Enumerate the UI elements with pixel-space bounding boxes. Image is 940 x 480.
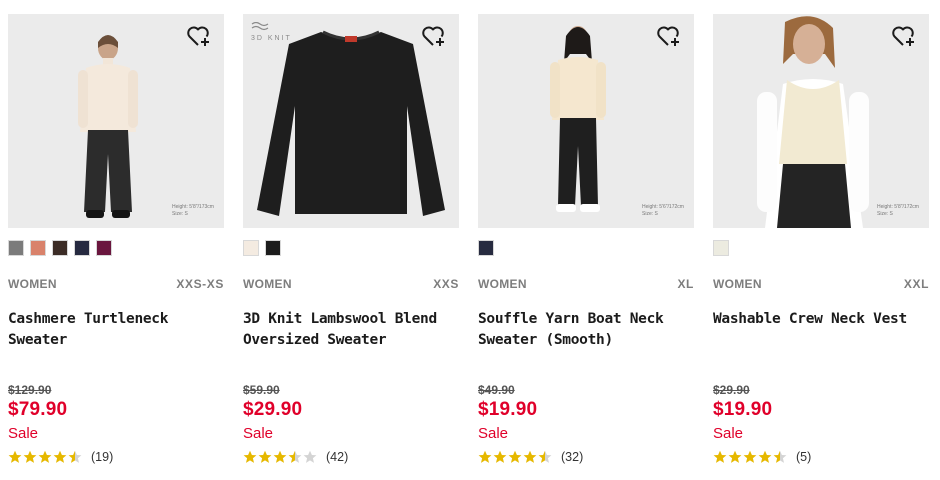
product-image[interactable]: Height: 5'8"/172cm Size: S [713, 14, 929, 228]
color-swatch[interactable] [96, 240, 112, 256]
size-range: XXS-XS [176, 277, 224, 291]
rating: (5) [713, 449, 929, 465]
star-icon [508, 450, 522, 463]
star-icon [538, 450, 552, 463]
rating: (19) [8, 449, 224, 465]
color-swatches [243, 240, 459, 256]
product-card[interactable]: Height: 5'8"/173cm Size: S WOMEN XXS-XS … [8, 14, 224, 465]
product-name[interactable]: Washable Crew Neck Vest [713, 309, 929, 363]
review-count: (5) [796, 450, 812, 464]
model-info: Height: 5'6"/172cm Size: S [642, 204, 684, 217]
sale-label: Sale [713, 425, 744, 442]
rating: (32) [478, 449, 694, 465]
heart-plus-icon [657, 26, 679, 46]
product-image[interactable]: 3D KNIT [243, 14, 459, 228]
star-icon [8, 450, 22, 463]
color-swatches [713, 240, 929, 256]
product-card[interactable]: Height: 5'8"/172cm Size: S WOMEN XXL Was… [713, 14, 929, 465]
product-card[interactable]: Height: 5'6"/172cm Size: S WOMEN XL Souf… [478, 14, 694, 465]
heart-plus-icon [422, 26, 444, 46]
star-icon [523, 450, 537, 463]
product-name[interactable]: Souffle Yarn Boat Neck Sweater (Smooth) [478, 309, 694, 363]
review-count: (19) [91, 450, 114, 464]
star-icon [493, 450, 507, 463]
add-to-wishlist-button[interactable] [421, 24, 447, 48]
star-rating [713, 450, 787, 464]
star-icon [773, 450, 787, 463]
color-swatch[interactable] [74, 240, 90, 256]
sale-label: Sale [243, 425, 274, 442]
gender-label: WOMEN [243, 277, 292, 291]
size-range: XL [677, 277, 694, 291]
product-card[interactable]: 3D KNIT WOMEN XXS 3D Knit Lambswool Blen… [243, 14, 459, 465]
star-icon [243, 450, 257, 463]
color-swatch[interactable] [8, 240, 24, 256]
model-info: Height: 5'8"/173cm Size: S [172, 204, 214, 217]
original-price: $29.90 [713, 383, 750, 397]
color-swatches [478, 240, 694, 256]
color-swatch[interactable] [30, 240, 46, 256]
original-price: $49.90 [478, 383, 515, 397]
star-icon [23, 450, 37, 463]
product-image[interactable]: Height: 5'8"/173cm Size: S [8, 14, 224, 228]
color-swatch[interactable] [52, 240, 68, 256]
star-icon [258, 450, 272, 463]
star-icon [273, 450, 287, 463]
original-price: $59.90 [243, 383, 280, 397]
product-image[interactable]: Height: 5'6"/172cm Size: S [478, 14, 694, 228]
sale-label: Sale [478, 425, 509, 442]
color-swatch[interactable] [713, 240, 729, 256]
color-swatch[interactable] [243, 240, 259, 256]
star-icon [303, 450, 317, 463]
sale-label: Sale [8, 425, 39, 442]
product-name[interactable]: 3D Knit Lambswool Blend Oversized Sweate… [243, 309, 459, 363]
sale-price: $19.90 [713, 399, 773, 420]
review-count: (42) [326, 450, 349, 464]
star-icon [713, 450, 727, 463]
color-swatch[interactable] [478, 240, 494, 256]
gender-label: WOMEN [478, 277, 527, 291]
product-meta: WOMEN XL [478, 277, 694, 291]
product-meta: WOMEN XXS [243, 277, 459, 291]
color-swatch[interactable] [265, 240, 281, 256]
3d-knit-badge: 3D KNIT [251, 22, 292, 42]
add-to-wishlist-button[interactable] [656, 24, 682, 48]
color-swatches [8, 240, 224, 256]
product-name[interactable]: Cashmere Turtleneck Sweater [8, 309, 224, 363]
sale-price: $29.90 [243, 399, 303, 420]
add-to-wishlist-button[interactable] [891, 24, 917, 48]
3d-knit-icon [251, 22, 269, 31]
star-icon [743, 450, 757, 463]
original-price: $129.90 [8, 383, 52, 397]
sale-price: $79.90 [8, 399, 68, 420]
star-rating [8, 450, 82, 464]
star-icon [38, 450, 52, 463]
star-rating [478, 450, 552, 464]
product-meta: WOMEN XXS-XS [8, 277, 224, 291]
size-range: XXL [903, 277, 929, 291]
gender-label: WOMEN [8, 277, 57, 291]
rating: (42) [243, 449, 459, 465]
star-icon [758, 450, 772, 463]
add-to-wishlist-button[interactable] [186, 24, 212, 48]
product-meta: WOMEN XXL [713, 277, 929, 291]
star-icon [288, 450, 302, 463]
star-rating [243, 450, 317, 464]
sale-price: $19.90 [478, 399, 538, 420]
model-info: Height: 5'8"/172cm Size: S [877, 204, 919, 217]
heart-plus-icon [892, 26, 914, 46]
gender-label: WOMEN [713, 277, 762, 291]
heart-plus-icon [187, 26, 209, 46]
star-icon [68, 450, 82, 463]
star-icon [53, 450, 67, 463]
star-icon [478, 450, 492, 463]
review-count: (32) [561, 450, 584, 464]
star-icon [728, 450, 742, 463]
size-range: XXS [433, 277, 459, 291]
